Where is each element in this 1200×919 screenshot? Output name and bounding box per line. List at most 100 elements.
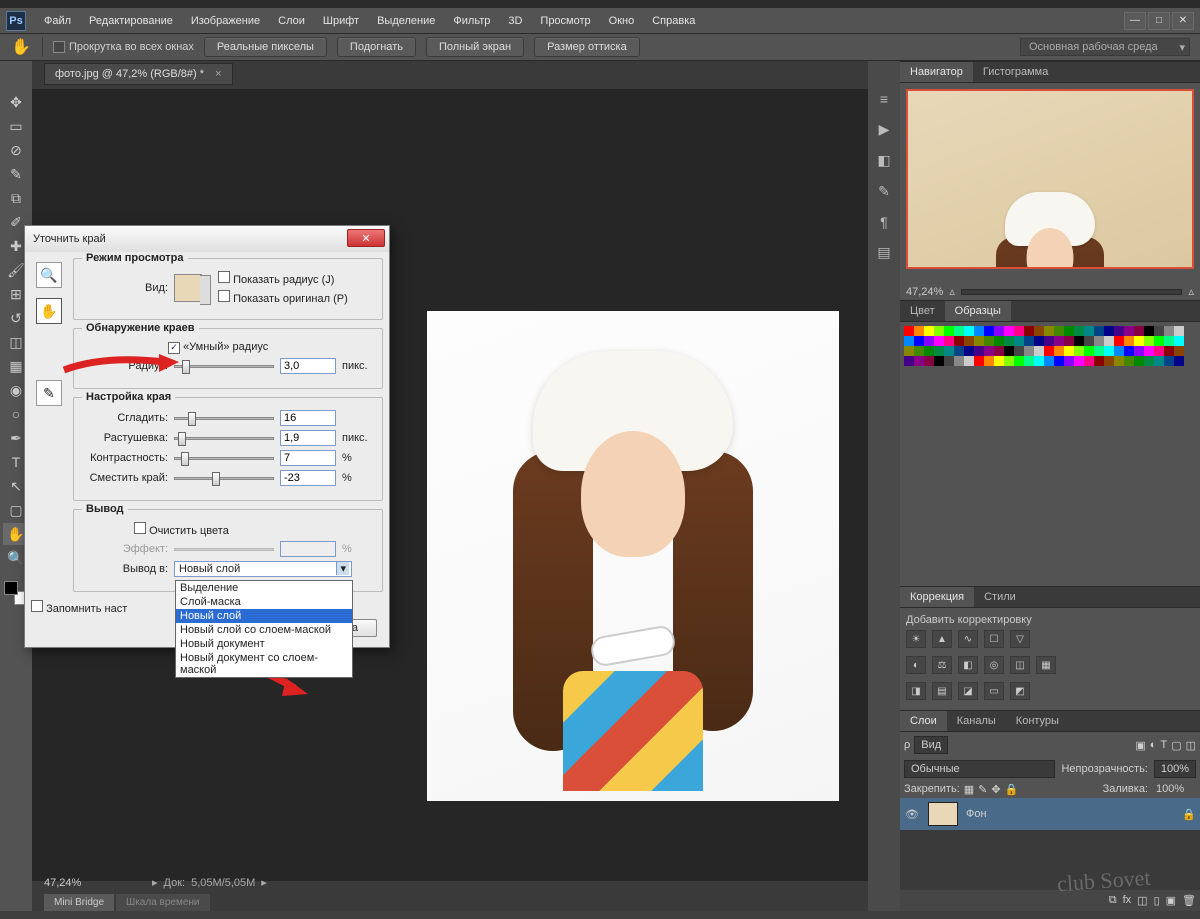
bw-icon[interactable]: ◧ — [958, 656, 978, 674]
zoom-out-icon[interactable]: ▵ — [949, 285, 955, 298]
menu-file[interactable]: Файл — [44, 15, 71, 27]
histogram-tab[interactable]: Гистограмма — [973, 62, 1059, 82]
menu-filter[interactable]: Фильтр — [453, 15, 490, 27]
actual-pixels-button[interactable]: Реальные пикселы — [204, 37, 327, 57]
lock-position-icon[interactable]: ✥ — [991, 783, 1000, 796]
document-tab[interactable]: фото.jpg @ 47,2% (RGB/8#) * × — [44, 63, 233, 85]
photo-filter-icon[interactable]: ◎ — [984, 656, 1004, 674]
filter-adjust-icon[interactable]: ◐ — [1150, 739, 1157, 751]
marquee-tool[interactable]: ▭ — [3, 115, 29, 137]
layer-mask-icon[interactable]: ◫ — [1137, 894, 1147, 907]
mini-bridge-tab[interactable]: Mini Bridge — [44, 894, 114, 911]
menu-view[interactable]: Просмотр — [540, 15, 590, 27]
swatches-tab[interactable]: Образцы — [945, 301, 1011, 321]
link-layers-icon[interactable]: ⧉ — [1109, 894, 1117, 907]
scroll-all-checkbox[interactable]: Прокрутка во всех окнах — [53, 41, 194, 53]
lock-transparency-icon[interactable]: ▦ — [964, 783, 974, 796]
layer-name[interactable]: Фон — [966, 808, 987, 820]
menu-3d[interactable]: 3D — [508, 15, 522, 27]
contrast-slider[interactable] — [174, 451, 274, 465]
new-layer-icon[interactable]: ▣ — [1166, 894, 1176, 907]
lasso-tool[interactable]: ⊘ — [3, 139, 29, 161]
layer-fx-icon[interactable]: fx — [1123, 894, 1132, 907]
color-tab[interactable]: Цвет — [900, 301, 945, 321]
exposure-icon[interactable]: ☐ — [984, 630, 1004, 648]
layers-shortcut-icon[interactable]: ▤ — [877, 244, 890, 261]
menu-help[interactable]: Справка — [652, 15, 695, 27]
swatches-grid[interactable] — [900, 322, 1200, 370]
new-group-icon[interactable]: ▯ — [1154, 894, 1160, 907]
styles-tab[interactable]: Стили — [974, 587, 1026, 607]
feather-input[interactable] — [280, 430, 336, 446]
character-icon[interactable]: ¶ — [880, 214, 888, 230]
fit-screen-button[interactable]: Подогнать — [337, 37, 416, 57]
document-close-icon[interactable]: × — [215, 68, 221, 80]
delete-layer-icon[interactable]: 🗑 — [1182, 894, 1196, 907]
history-icon[interactable]: ≡ — [880, 91, 888, 107]
close-button[interactable]: ✕ — [1172, 12, 1194, 30]
contrast-input[interactable] — [280, 450, 336, 466]
levels-icon[interactable]: ▲ — [932, 630, 952, 648]
output-option-new-layer-mask[interactable]: Новый слой со слоем-маской — [176, 623, 352, 637]
minimize-button[interactable]: — — [1124, 12, 1146, 30]
navigator-zoom[interactable]: 47,24% — [906, 286, 943, 298]
filter-type-icon[interactable]: T — [1160, 739, 1167, 751]
lookup-icon[interactable]: ▦ — [1036, 656, 1056, 674]
radius-input[interactable] — [280, 358, 336, 374]
output-option-selection[interactable]: Выделение — [176, 581, 352, 595]
shift-edge-input[interactable] — [280, 470, 336, 486]
layer-filter-select[interactable]: Вид — [914, 736, 948, 754]
channels-tab[interactable]: Каналы — [947, 711, 1006, 731]
show-original-checkbox[interactable]: Показать оригинал (P) — [218, 290, 348, 305]
show-radius-checkbox[interactable]: Показать радиус (J) — [218, 271, 348, 286]
lock-all-icon[interactable]: 🔒 — [1005, 783, 1019, 796]
remember-settings-checkbox[interactable]: Запомнить наст — [31, 600, 127, 615]
output-to-select[interactable]: Новый слой Выделение Слой-маска Новый сл… — [174, 561, 352, 577]
output-option-new-doc[interactable]: Новый документ — [176, 637, 352, 651]
output-option-layer-mask[interactable]: Слой-маска — [176, 595, 352, 609]
feather-slider[interactable] — [174, 431, 274, 445]
zoom-indicator[interactable]: 47,24% — [44, 877, 81, 889]
menu-window[interactable]: Окно — [609, 15, 635, 27]
curves-icon[interactable]: ∿ — [958, 630, 978, 648]
properties-icon[interactable]: ◧ — [877, 152, 890, 169]
dialog-close-button[interactable]: ✕ — [347, 229, 385, 247]
smooth-input[interactable] — [280, 410, 336, 426]
channel-mixer-icon[interactable]: ◫ — [1010, 656, 1030, 674]
actions-icon[interactable]: ▶ — [879, 121, 890, 138]
adjustments-tab[interactable]: Коррекция — [900, 587, 974, 607]
threshold-icon[interactable]: ◪ — [958, 682, 978, 700]
navigator-zoom-slider[interactable] — [961, 289, 1183, 295]
invert-icon[interactable]: ◨ — [906, 682, 926, 700]
vibrance-icon[interactable]: ▽ — [1010, 630, 1030, 648]
decontaminate-checkbox[interactable]: Очистить цвета — [134, 522, 229, 537]
layer-visibility-icon[interactable]: 👁 — [904, 808, 920, 821]
menu-edit[interactable]: Редактирование — [89, 15, 173, 27]
layer-thumbnail[interactable] — [928, 802, 958, 826]
move-tool[interactable]: ✥ — [3, 91, 29, 113]
lock-pixels-icon[interactable]: ✎ — [978, 783, 987, 796]
layers-tab[interactable]: Слои — [900, 711, 947, 731]
smart-radius-checkbox[interactable]: ✓ «Умный» радиус — [168, 341, 268, 354]
maximize-button[interactable]: □ — [1148, 12, 1170, 30]
print-size-button[interactable]: Размер оттиска — [534, 37, 640, 57]
menu-image[interactable]: Изображение — [191, 15, 260, 27]
quick-select-tool[interactable]: ✎ — [3, 163, 29, 185]
selective-color-icon[interactable]: ◩ — [1010, 682, 1030, 700]
brushes-icon[interactable]: ✎ — [878, 183, 890, 200]
dialog-zoom-tool[interactable]: 🔍 — [36, 262, 62, 288]
fill-input[interactable]: 100% — [1152, 782, 1196, 796]
brightness-icon[interactable]: ☀ — [906, 630, 926, 648]
workspace-select[interactable]: Основная рабочая среда — [1020, 38, 1190, 56]
dialog-hand-tool[interactable]: ✋ — [36, 298, 62, 324]
navigator-tab[interactable]: Навигатор — [900, 62, 973, 82]
output-option-new-layer[interactable]: Новый слой — [176, 609, 352, 623]
crop-tool[interactable]: ⧉ — [3, 187, 29, 209]
canvas[interactable] — [427, 311, 839, 801]
filter-smart-icon[interactable]: ◫ — [1186, 739, 1196, 752]
smooth-slider[interactable] — [174, 411, 274, 425]
layer-item[interactable]: 👁 Фон 🔒 — [900, 798, 1200, 830]
output-option-new-doc-mask[interactable]: Новый документ со слоем-маской — [176, 651, 352, 677]
menu-select[interactable]: Выделение — [377, 15, 435, 27]
shift-edge-slider[interactable] — [174, 471, 274, 485]
